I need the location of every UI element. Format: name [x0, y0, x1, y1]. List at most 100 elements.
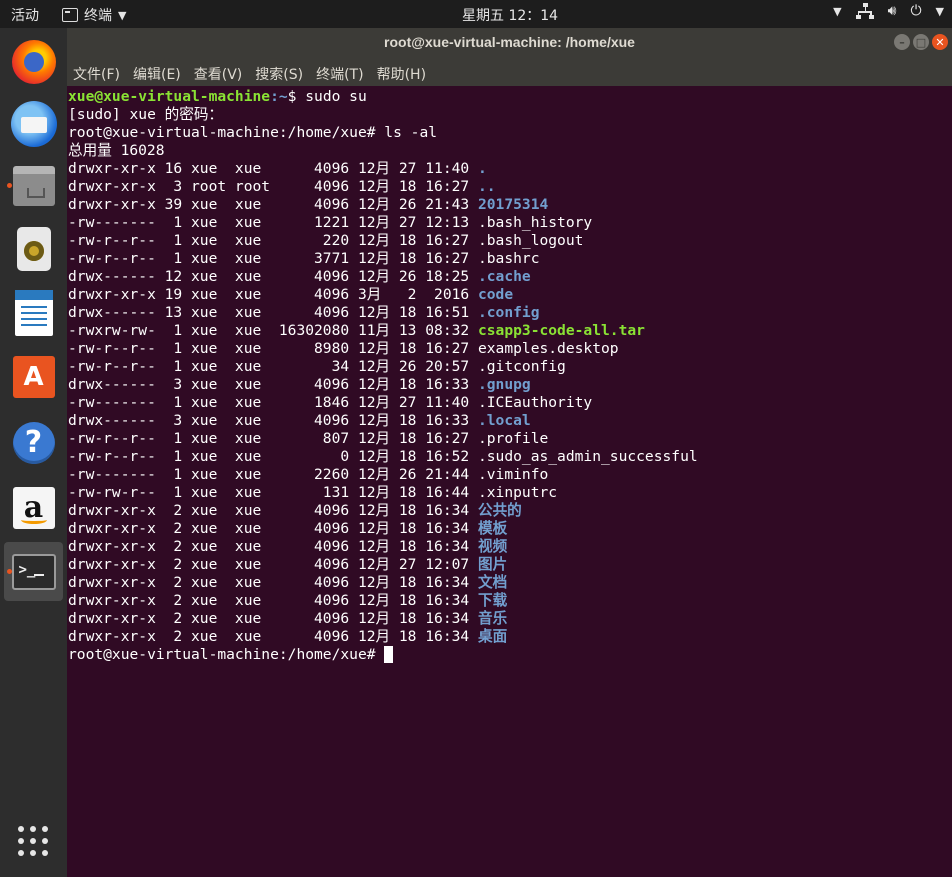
- top-bar: 活动 终端 ▼ 星期五 12：14 ▼ 🔊︎ ⏻ ▼: [0, 0, 952, 28]
- listing-row: drwxr-xr-x 2 xue xue 4096 12月 27 12:07 图…: [68, 556, 952, 574]
- entry-name: .local: [477, 412, 531, 429]
- dock-item-writer[interactable]: [4, 283, 63, 342]
- listing-row: -rw------- 1 xue xue 1221 12月 27 12:13 .…: [68, 214, 952, 232]
- software-center-icon: A: [12, 355, 55, 398]
- terminal-output[interactable]: xue@xue-virtual-machine:~$ sudo su [sudo…: [67, 86, 952, 877]
- chevron-down-icon[interactable]: ▼: [833, 5, 841, 18]
- amazon-icon: a: [12, 486, 55, 529]
- menu-help[interactable]: 帮助(H): [377, 64, 426, 86]
- final-prompt: root@xue-virtual-machine:/home/xue#: [68, 646, 385, 663]
- maximize-button[interactable]: □: [913, 34, 929, 50]
- listing-row: drwxr-xr-x 2 xue xue 4096 12月 18 16:34 模…: [68, 520, 952, 538]
- power-icon[interactable]: ⏻: [910, 3, 921, 19]
- entry-meta: drwxr-xr-x 2 xue xue 4096 12月 27 12:07: [68, 556, 478, 573]
- entry-name: .viminfo: [477, 466, 549, 483]
- listing-row: -rw-r--r-- 1 xue xue 220 12月 18 16:27 .b…: [68, 232, 952, 250]
- entry-name: 公共的: [477, 502, 522, 519]
- prompt-path: :~: [270, 88, 288, 105]
- entry-meta: -rw------- 1 xue xue 1846 12月 27 11:40: [68, 394, 478, 411]
- window-title: root@xue-virtual-machine: /home/xue: [384, 34, 635, 50]
- clock[interactable]: 星期五 12：14: [462, 5, 558, 25]
- rhythmbox-icon: [16, 226, 51, 271]
- files-icon: [12, 165, 55, 206]
- entry-meta: drwx------ 3 xue xue 4096 12月 18 16:33: [68, 412, 478, 429]
- entry-meta: -rw-r--r-- 1 xue xue 807 12月 18 16:27: [68, 430, 478, 447]
- cursor[interactable]: [384, 646, 394, 663]
- menu-bar: 文件(F) 编辑(E) 查看(V) 搜索(S) 终端(T) 帮助(H): [67, 56, 952, 86]
- activities-button[interactable]: 活动: [11, 5, 39, 25]
- entry-meta: -rw-r--r-- 1 xue xue 3771 12月 18 16:27: [68, 250, 478, 267]
- network-icon[interactable]: [855, 3, 874, 19]
- entry-name: .bashrc: [477, 250, 540, 267]
- entry-name: .: [477, 160, 487, 177]
- terminal-line: [sudo] xue 的密码：: [68, 106, 224, 123]
- entry-meta: drwxr-xr-x 39 xue xue 4096 12月 26 21:43: [68, 196, 478, 213]
- listing-row: -rw------- 1 xue xue 1846 12月 27 11:40 .…: [68, 394, 952, 412]
- command-text: $ sudo su: [287, 88, 367, 105]
- window-titlebar[interactable]: root@xue-virtual-machine: /home/xue – □ …: [67, 28, 952, 56]
- dock-item-thunderbird[interactable]: [4, 94, 63, 153]
- dock-item-software-center[interactable]: A: [4, 347, 63, 406]
- entry-name: 音乐: [477, 610, 508, 627]
- chevron-down-icon[interactable]: ▼: [936, 5, 944, 18]
- entry-name: 桌面: [477, 628, 508, 645]
- entry-meta: drwx------ 3 xue xue 4096 12月 18 16:33: [68, 376, 478, 393]
- entry-name: 视频: [477, 538, 508, 555]
- entry-name: 模板: [477, 520, 508, 537]
- listing: drwxr-xr-x 16 xue xue 4096 12月 27 11:40 …: [68, 160, 952, 646]
- menu-search[interactable]: 搜索(S): [255, 64, 303, 86]
- entry-meta: -rw------- 1 xue xue 2260 12月 26 21:44: [68, 466, 478, 483]
- listing-row: drwxr-xr-x 2 xue xue 4096 12月 18 16:34 桌…: [68, 628, 952, 646]
- listing-row: -rw-rw-r-- 1 xue xue 131 12月 18 16:44 .x…: [68, 484, 952, 502]
- entry-meta: drwx------ 13 xue xue 4096 12月 18 16:51: [68, 304, 478, 321]
- menu-file[interactable]: 文件(F): [73, 64, 120, 86]
- minimize-button[interactable]: –: [894, 34, 910, 50]
- listing-row: -rw-r--r-- 1 xue xue 3771 12月 18 16:27 .…: [68, 250, 952, 268]
- listing-row: -rw------- 1 xue xue 2260 12月 26 21:44 .…: [68, 466, 952, 484]
- entry-meta: drwxr-xr-x 2 xue xue 4096 12月 18 16:34: [68, 592, 478, 609]
- show-applications-button[interactable]: [4, 812, 63, 871]
- system-tray[interactable]: ▼ 🔊︎ ⏻ ▼: [833, 3, 944, 19]
- entry-meta: drwx------ 12 xue xue 4096 12月 26 18:25: [68, 268, 478, 285]
- entry-name: .bash_logout: [477, 232, 584, 249]
- terminal-line: 总用量 16028: [68, 142, 165, 159]
- dock-item-rhythmbox[interactable]: [4, 219, 63, 278]
- terminal-icon: >_: [11, 553, 56, 590]
- entry-meta: -rw-r--r-- 1 xue xue 0 12月 18 16:52: [68, 448, 478, 465]
- terminal-line: root@xue-virtual-machine:/home/xue#: [68, 646, 952, 664]
- entry-name: .gnupg: [477, 376, 531, 393]
- entry-meta: drwxr-xr-x 2 xue xue 4096 12月 18 16:34: [68, 574, 478, 591]
- entry-name: csapp3-code-all.tar: [477, 322, 645, 339]
- entry-meta: drwxr-xr-x 16 xue xue 4096 12月 27 11:40: [68, 160, 478, 177]
- running-indicator: [7, 183, 12, 188]
- entry-meta: drwxr-xr-x 2 xue xue 4096 12月 18 16:34: [68, 538, 478, 555]
- dock-item-firefox[interactable]: [4, 32, 63, 91]
- listing-row: drwxr-xr-x 2 xue xue 4096 12月 18 16:34 音…: [68, 610, 952, 628]
- close-button[interactable]: ✕: [932, 34, 948, 50]
- writer-icon: [14, 289, 53, 336]
- volume-icon[interactable]: 🔊︎: [888, 3, 897, 19]
- entry-name: 文档: [477, 574, 508, 591]
- dock-item-help[interactable]: ?: [4, 413, 63, 472]
- window-controls: – □ ✕: [894, 34, 948, 50]
- menu-terminal[interactable]: 终端(T): [316, 64, 363, 86]
- dock-item-files[interactable]: [4, 156, 63, 215]
- app-menu[interactable]: 终端 ▼: [62, 5, 126, 25]
- listing-row: drwx------ 12 xue xue 4096 12月 26 18:25 …: [68, 268, 952, 286]
- entry-name: .profile: [477, 430, 549, 447]
- menu-edit[interactable]: 编辑(E): [133, 64, 181, 86]
- terminal-line: root@xue-virtual-machine:/home/xue# ls -…: [68, 124, 438, 141]
- listing-row: drwxr-xr-x 19 xue xue 4096 3月 2 2016 cod…: [68, 286, 952, 304]
- entry-name: .bash_history: [477, 214, 593, 231]
- entry-meta: -rw-rw-r-- 1 xue xue 131 12月 18 16:44: [68, 484, 478, 501]
- dock-item-amazon[interactable]: a: [4, 478, 63, 537]
- listing-row: drwxr-xr-x 16 xue xue 4096 12月 27 11:40 …: [68, 160, 952, 178]
- entry-name: 20175314: [477, 196, 549, 213]
- dock-item-terminal[interactable]: >_: [4, 542, 63, 601]
- menu-view[interactable]: 查看(V): [194, 64, 243, 86]
- entry-meta: -rw-r--r-- 1 xue xue 220 12月 18 16:27: [68, 232, 478, 249]
- listing-row: drwxr-xr-x 2 xue xue 4096 12月 18 16:34 文…: [68, 574, 952, 592]
- entry-meta: drwxr-xr-x 3 root root 4096 12月 18 16:27: [68, 178, 478, 195]
- entry-name: 下载: [477, 592, 508, 609]
- entry-name: .sudo_as_admin_successful: [477, 448, 698, 465]
